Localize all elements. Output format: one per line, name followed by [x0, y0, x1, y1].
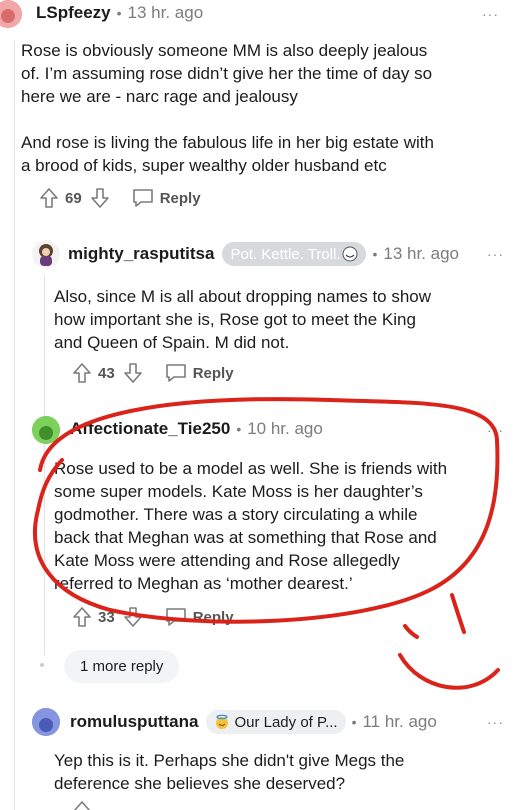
separator-dot: •	[351, 714, 357, 730]
username[interactable]: romulusputtana	[70, 712, 198, 732]
upvote-button[interactable]	[72, 606, 92, 628]
comment-meta: mighty_rasputitsa Pot. Kettle. Troll. • …	[68, 242, 459, 266]
up-arrow-icon	[73, 607, 91, 627]
comment-body: Yep this is it. Perhaps she didn't give …	[54, 749, 514, 795]
snoo-avatar-icon	[32, 708, 60, 736]
vote-count: 69	[65, 189, 82, 207]
comment-line: Yep this is it. Perhaps she didn't give …	[54, 751, 405, 770]
upvote-button[interactable]	[39, 187, 59, 209]
comment-line: here we are - narc rage and jealousy	[21, 87, 298, 106]
vote-count: 33	[98, 608, 115, 626]
comment-actions	[72, 800, 92, 810]
timestamp: 13 hr. ago	[127, 3, 204, 22]
comment-actions: 43 Reply	[72, 362, 234, 384]
up-arrow-icon	[73, 363, 91, 383]
comment-line: some super models. Kate Moss is her daug…	[54, 482, 423, 501]
flair-text: Our Lady of P...	[234, 713, 338, 731]
thread-line	[14, 40, 15, 810]
more-replies-button[interactable]: 1 more reply	[64, 650, 180, 683]
timestamp: 10 hr. ago	[247, 419, 323, 438]
more-options-icon[interactable]: ···	[487, 246, 504, 262]
reply-label: Reply	[192, 608, 234, 626]
reply-button[interactable]: Reply	[165, 607, 234, 627]
avatar[interactable]	[0, 0, 22, 28]
comment-line: godmother. There was a story circulating…	[54, 505, 418, 524]
comment-line: and Queen of Spain. M did not.	[54, 333, 290, 352]
comment-line: back that Meghan was at something that R…	[54, 528, 437, 547]
comment-line: of. I’m assuming rose didn’t give her th…	[21, 64, 433, 83]
snoo-avatar-icon	[32, 240, 60, 268]
comment-actions: 69 Reply	[39, 187, 201, 209]
down-arrow-icon	[123, 363, 142, 383]
timestamp: 13 hr. ago	[383, 244, 460, 263]
more-options-icon[interactable]: ···	[487, 714, 504, 730]
comment-body: Rose is obviously someone MM is also dee…	[21, 39, 501, 177]
troll-face-icon	[342, 246, 358, 262]
speech-bubble-icon	[165, 608, 186, 626]
comment-body: Also, since M is all about dropping name…	[54, 285, 514, 354]
user-flair: Pot. Kettle. Troll.	[222, 242, 367, 266]
avatar[interactable]	[32, 240, 60, 268]
thread-line	[44, 275, 45, 655]
comment-line: And rose is living the fabulous life in …	[21, 133, 434, 152]
avatar[interactable]	[32, 708, 60, 736]
comment-meta: LSpfeezy • 13 hr. ago	[36, 3, 203, 23]
more-options-icon[interactable]: ···	[487, 422, 504, 438]
avatar[interactable]	[32, 416, 60, 444]
username[interactable]: LSpfeezy	[36, 3, 111, 23]
comment-meta: romulusputtana Our Lady of P... • 11 hr.…	[70, 710, 437, 734]
down-arrow-icon	[90, 188, 109, 208]
comment-body: Rose used to be a model as well. She is …	[54, 457, 514, 595]
separator-dot: •	[116, 5, 122, 21]
separator-dot: •	[236, 421, 242, 437]
username[interactable]: Affectionate_Tie250	[70, 419, 230, 439]
comment-line: how important she is, Rose got to meet t…	[54, 310, 416, 329]
comment-line: Rose is obviously someone MM is also dee…	[21, 41, 428, 60]
down-arrow-icon	[123, 607, 142, 627]
vote-count: 43	[98, 364, 115, 382]
speech-bubble-icon	[165, 364, 186, 382]
comment-line: deference she believes she deserved?	[54, 774, 346, 793]
comment-line: Also, since M is all about dropping name…	[54, 287, 432, 306]
reply-label: Reply	[159, 189, 201, 207]
up-arrow-icon	[73, 801, 91, 810]
comment-meta: Affectionate_Tie250 • 10 hr. ago	[70, 419, 323, 439]
reply-button[interactable]: Reply	[165, 363, 234, 383]
comment-line: Kate Moss were attending and Rose allege…	[54, 551, 400, 570]
downvote-button[interactable]	[123, 362, 143, 384]
up-arrow-icon	[40, 188, 58, 208]
separator-dot: •	[372, 246, 378, 262]
timestamp: 11 hr. ago	[362, 712, 437, 731]
downvote-button[interactable]	[123, 606, 143, 628]
flair-text: Pot. Kettle. Troll.	[230, 245, 341, 263]
upvote-button[interactable]	[72, 362, 92, 384]
username[interactable]: mighty_rasputitsa	[68, 244, 214, 264]
angel-emoji-icon	[216, 714, 229, 729]
downvote-button[interactable]	[90, 187, 110, 209]
more-options-icon[interactable]: ···	[482, 6, 499, 22]
comment-line: referred to Meghan as ‘mother dearest.’	[54, 574, 353, 593]
snoo-avatar-icon	[0, 0, 22, 28]
speech-bubble-icon	[132, 189, 153, 207]
comment-line: a brood of kids, super wealthy older hus…	[21, 156, 387, 175]
reply-button[interactable]: Reply	[132, 188, 201, 208]
user-flair: Our Lady of P...	[206, 710, 346, 734]
snoo-avatar-icon	[32, 416, 60, 444]
comment-line: Rose used to be a model as well. She is …	[54, 459, 448, 478]
upvote-button[interactable]	[72, 800, 92, 810]
comment-actions: 33 Reply	[72, 606, 234, 628]
thread-dot	[40, 663, 44, 667]
reply-label: Reply	[192, 364, 234, 382]
